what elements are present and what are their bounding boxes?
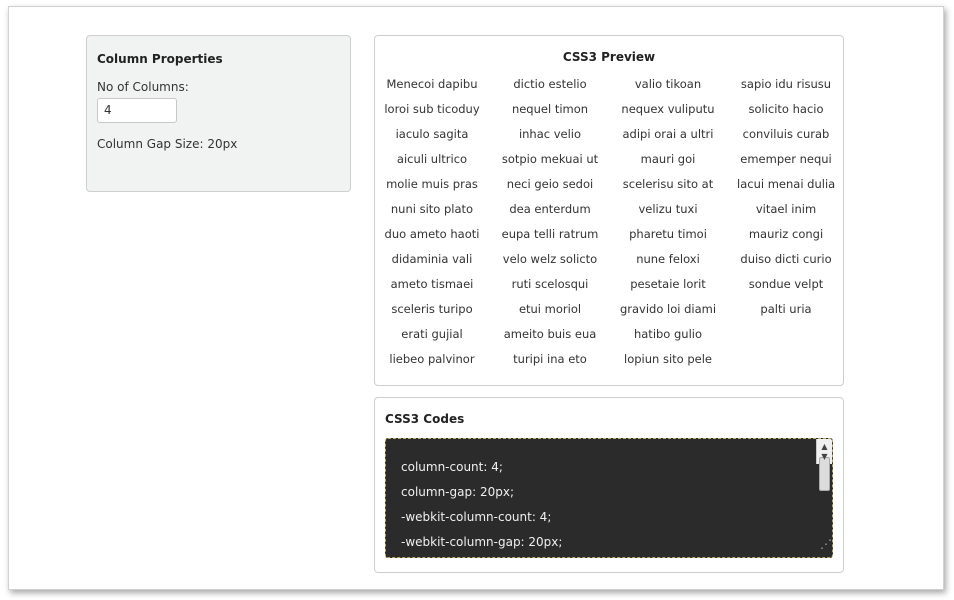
preview-item: erati gujial	[401, 327, 463, 341]
preview-item: duo ameto haoti	[384, 227, 480, 241]
css3-codes-title: CSS3 Codes	[385, 412, 465, 426]
css3-codes-panel: CSS3 Codes column-count: 4; column-gap: 2…	[374, 397, 844, 573]
preview-item: nequex vuliputu	[621, 102, 715, 116]
code-scrollbar[interactable]: ▲ ▼	[816, 439, 832, 491]
code-line: -webkit-column-count: 4;	[401, 510, 552, 524]
preview-item: neci geio sedoi	[506, 177, 594, 191]
preview-item: duiso dicti curio	[740, 252, 832, 266]
preview-item: scelerisu sito at	[622, 177, 714, 191]
preview-item: molie muis pras	[386, 177, 478, 191]
preview-item: pesetaie lorit	[630, 277, 706, 291]
css3-preview-panel: CSS3 Preview Menecoi dapibu loroi sub tic…	[374, 35, 844, 386]
column-properties-title: Column Properties	[97, 52, 223, 66]
preview-item: eupa telli ratrum	[501, 227, 599, 241]
code-line: column-gap: 20px;	[401, 485, 514, 499]
css3-preview-title: CSS3 Preview	[562, 50, 656, 64]
preview-item: Menecoi dapibu	[386, 77, 478, 91]
preview-item: lacui menai dulia	[737, 177, 836, 191]
preview-item: aiculi ultrico	[396, 152, 468, 166]
preview-item: loroi sub ticoduy	[384, 102, 480, 116]
preview-item: etui moriol	[518, 302, 582, 316]
preview-item: sotpio mekuai ut	[501, 152, 599, 166]
gap-size-label: Column Gap Size: 20px	[97, 137, 238, 151]
preview-item: ameto tismaei	[390, 277, 474, 291]
column-properties-panel: Column Properties No of Columns: 4 Colum…	[86, 35, 351, 192]
preview-item: sondue velpt	[748, 277, 824, 291]
preview-item: solicito hacio	[748, 102, 824, 116]
preview-item: ameito buis eua	[503, 327, 597, 341]
preview-item: palti uria	[760, 302, 812, 316]
preview-item: turipi ina eto	[513, 352, 587, 366]
preview-item: ememper nequi	[740, 152, 832, 166]
preview-item: sceleris turipo	[391, 302, 473, 316]
preview-item: sapio idu risusu	[740, 77, 832, 91]
preview-item: hatibo gulio	[633, 327, 703, 341]
code-textarea[interactable]: column-count: 4; column-gap: 20px; -webkit…	[385, 438, 833, 558]
preview-item: velo welz solicto	[502, 252, 598, 266]
preview-item: velizu tuxi	[638, 202, 698, 216]
scroll-down-arrow-icon[interactable]: ▼	[817, 449, 832, 464]
preview-columns: Menecoi dapibu loroi sub ticoduy iaculo sa…	[383, 72, 835, 372]
preview-item: mauri goi	[640, 152, 696, 166]
preview-item: valio tikoan	[634, 77, 702, 91]
preview-item: conviluis curab	[742, 127, 830, 141]
preview-item: mauriz congi	[748, 227, 824, 241]
code-line: -webkit-column-gap: 20px;	[401, 535, 563, 549]
preview-item: didaminia vali	[391, 252, 473, 266]
resize-grip-icon[interactable]: ⋰	[816, 532, 832, 557]
columns-input[interactable]: 4	[97, 98, 177, 123]
code-lines: column-count: 4; column-gap: 20px; -webkit…	[401, 455, 817, 549]
preview-item: dea enterdum	[509, 202, 591, 216]
preview-item: pharetu timoi	[629, 227, 707, 241]
preview-item: gravido loi diami	[619, 302, 717, 316]
preview-item: iaculo sagita	[395, 127, 469, 141]
preview-item: liebeo palvinor	[389, 352, 475, 366]
preview-item: nequel timon	[511, 102, 589, 116]
preview-item: vitael inim	[755, 202, 817, 216]
app-window: Column Properties No of Columns: 4 Colum…	[8, 6, 944, 590]
code-line: column-count: 4;	[401, 460, 503, 474]
columns-label: No of Columns:	[97, 80, 189, 94]
preview-item: adipi orai a ultri	[622, 127, 714, 141]
preview-item: inhac velio	[518, 127, 582, 141]
preview-item: nuni sito plato	[390, 202, 474, 216]
preview-item: ruti scelosqui	[511, 277, 589, 291]
preview-item: dictio estelio	[513, 77, 587, 91]
preview-item: lopiun sito pele	[624, 352, 712, 366]
preview-item: nune feloxi	[636, 252, 700, 266]
